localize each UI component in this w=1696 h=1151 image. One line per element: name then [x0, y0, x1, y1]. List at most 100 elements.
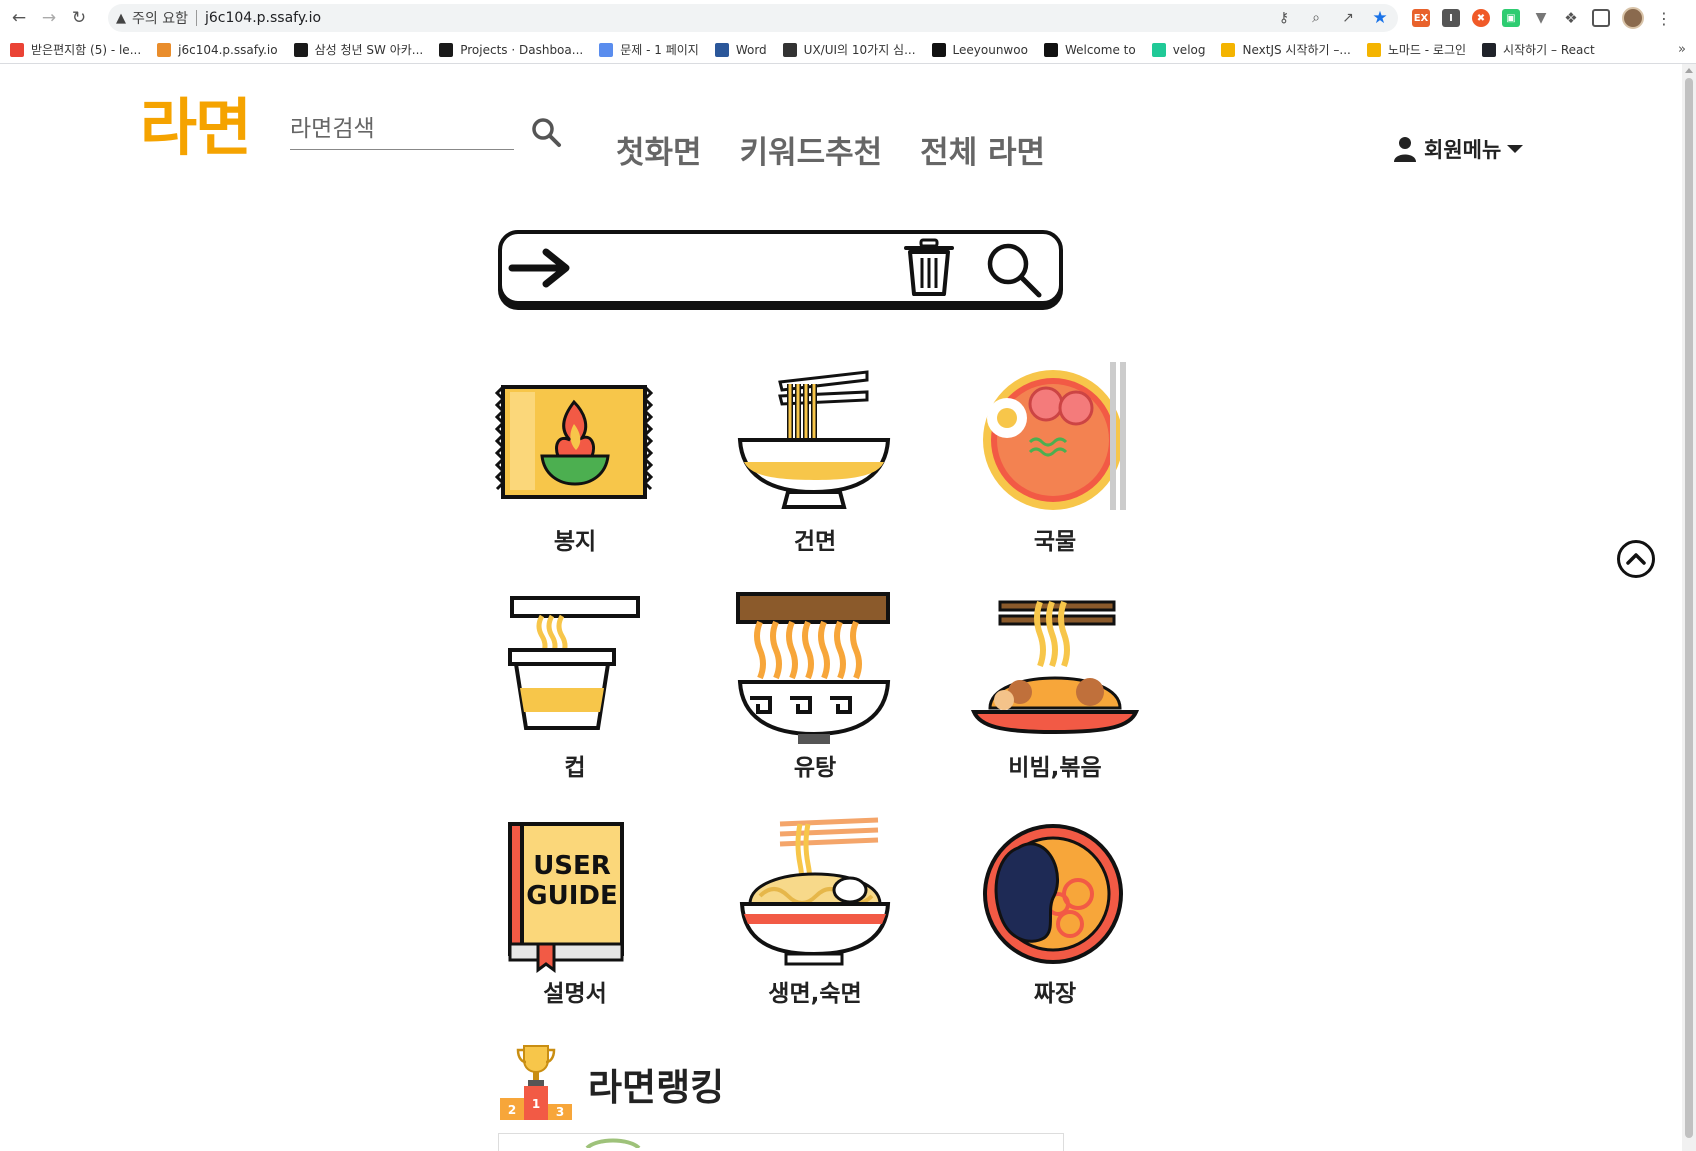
- extensions-puzzle-icon[interactable]: ❖: [1562, 9, 1580, 27]
- cup-noodle-icon: [508, 596, 640, 730]
- magnifier-icon[interactable]: [984, 240, 1044, 300]
- pen-icon: [782, 42, 797, 57]
- ssafy-icon: [293, 42, 308, 57]
- caret-down-icon: [1507, 145, 1524, 153]
- address-bar[interactable]: ▲ 주의 요함 j6c104.p.ssafy.io ⚷ ⌕ ↗ ★: [108, 4, 1398, 32]
- category-fried[interactable]: 유탕: [720, 588, 910, 798]
- bookmark-item[interactable]: j6c104.p.ssafy.io: [157, 42, 278, 57]
- trophy-podium-icon: 1 2 3: [500, 1045, 572, 1120]
- bookmark-star-icon[interactable]: ★: [1370, 8, 1390, 28]
- bookmark-label: Projects · Dashboa...: [460, 42, 584, 57]
- bookmark-label: Welcome to: [1064, 42, 1136, 57]
- bookmark-label: 노마드 - 로그인: [1387, 43, 1467, 57]
- extension-circle-icon[interactable]: ✖: [1472, 9, 1490, 27]
- side-panel-icon[interactable]: [1592, 9, 1610, 27]
- member-menu-dropdown[interactable]: 회원메뉴: [1394, 134, 1524, 164]
- keyword-search-bar: [498, 230, 1063, 305]
- page-scrollbar[interactable]: [1682, 64, 1696, 1151]
- browser-toolbar: ← → ↻ ▲ 주의 요함 j6c104.p.ssafy.io ⚷ ⌕ ↗ ★ …: [0, 0, 1696, 36]
- ssafy-icon: [439, 42, 454, 57]
- bookmark-item[interactable]: NextJS 시작하기 –...: [1221, 41, 1351, 58]
- noodle-bowl-icon: [737, 370, 891, 509]
- category-label: 비빔,볶음: [1008, 755, 1102, 781]
- ranking-item-image: [585, 1138, 641, 1148]
- forward-arrow-icon[interactable]: →: [34, 3, 64, 33]
- nav-keyword-recommend[interactable]: 키워드추천: [740, 127, 883, 172]
- bookmark-item[interactable]: Word: [714, 42, 767, 57]
- category-guide[interactable]: USER GUIDE 설명서: [480, 814, 670, 1024]
- bookmark-item[interactable]: UX/UI의 10가지 심...: [782, 41, 916, 58]
- category-soup[interactable]: 국물: [960, 362, 1150, 572]
- security-label: 주의 요함: [132, 11, 188, 27]
- category-fresh-noodle[interactable]: 생면,숙면: [720, 814, 910, 1024]
- category-label: 생면,숙면: [768, 981, 862, 1007]
- bookmark-label: 시작하기 – React: [1503, 43, 1595, 57]
- bookmarks-overflow-button[interactable]: »: [1678, 42, 1686, 57]
- svg-text:GUIDE: GUIDE: [526, 881, 617, 911]
- nav-all-ramen[interactable]: 전체 라면: [920, 127, 1045, 172]
- bookmark-label: 받은편지함 (5) - le...: [31, 43, 142, 57]
- category-label: 설명서: [543, 981, 607, 1007]
- bookmark-item[interactable]: 문제 - 1 페이지: [599, 41, 699, 58]
- site-logo[interactable]: 라면: [140, 97, 252, 159]
- bookmark-item[interactable]: 받은편지함 (5) - le...: [10, 41, 141, 58]
- category-bag[interactable]: 봉지: [480, 362, 670, 572]
- member-menu-label: 회원메뉴: [1424, 138, 1502, 162]
- extension-v-icon[interactable]: ▼: [1532, 9, 1550, 27]
- jjajang-bowl-icon: [983, 824, 1123, 964]
- user-guide-book-icon: USER GUIDE: [508, 822, 624, 973]
- back-arrow-icon[interactable]: ←: [4, 3, 34, 33]
- bookmark-item[interactable]: Welcome to: [1043, 42, 1136, 57]
- extension-green-icon[interactable]: ▣: [1502, 9, 1520, 27]
- nav-home[interactable]: 첫화면: [616, 127, 702, 172]
- warning-icon: ▲: [116, 10, 126, 26]
- scrollbar-thumb[interactable]: [1685, 78, 1693, 1138]
- github-icon: [931, 42, 946, 57]
- nomad-icon: [1221, 42, 1236, 57]
- notion-icon: [1043, 42, 1058, 57]
- category-label: 봉지: [553, 529, 597, 555]
- trash-icon[interactable]: [902, 238, 956, 298]
- user-icon: [1394, 137, 1416, 162]
- search-icon[interactable]: [530, 116, 562, 148]
- category-jjajang[interactable]: 짜장: [960, 814, 1150, 1024]
- category-label: 유탕: [793, 755, 837, 781]
- share-icon[interactable]: ↗: [1338, 8, 1358, 28]
- fresh-noodle-bowl-icon: [739, 817, 891, 966]
- bookmark-item[interactable]: velog: [1151, 42, 1205, 57]
- category-cup[interactable]: 컵: [480, 588, 670, 798]
- bookmark-item[interactable]: Leeyounwoo: [931, 42, 1028, 57]
- ramen-bag-icon: [494, 385, 654, 499]
- guide-logo-text: USER: [533, 851, 611, 881]
- category-dry-noodle[interactable]: 건면: [720, 362, 910, 572]
- bookmark-item[interactable]: 노마드 - 로그인: [1366, 41, 1467, 58]
- bookmarks-bar: 받은편지함 (5) - le... j6c104.p.ssafy.io 삼성 청년 …: [0, 36, 1696, 64]
- stirfry-plate-icon: [970, 600, 1140, 735]
- fried-noodle-icon: [736, 592, 891, 744]
- bookmark-label: NextJS 시작하기 –...: [1242, 43, 1351, 57]
- arrow-right-icon[interactable]: [508, 248, 572, 288]
- bookmark-item[interactable]: Projects · Dashboa...: [439, 42, 584, 57]
- scroll-to-top-button[interactable]: [1617, 540, 1655, 578]
- category-label: 국물: [1033, 529, 1077, 555]
- gmail-icon: [10, 42, 24, 57]
- extension-ex-icon[interactable]: EX: [1412, 9, 1430, 27]
- bookmark-item[interactable]: 시작하기 – React: [1482, 41, 1595, 58]
- chrome-menu-icon[interactable]: ⋮: [1656, 9, 1672, 28]
- key-icon[interactable]: ⚷: [1274, 8, 1294, 28]
- reload-icon[interactable]: ↻: [64, 3, 94, 33]
- profile-avatar[interactable]: [1622, 7, 1644, 29]
- ranking-card[interactable]: [498, 1133, 1064, 1151]
- category-bibim[interactable]: 비빔,볶음: [960, 588, 1150, 798]
- svg-text:2: 2: [508, 1103, 516, 1117]
- zoom-icon[interactable]: ⌕: [1306, 8, 1326, 28]
- word-icon: [714, 42, 729, 57]
- extension-i-icon[interactable]: I: [1442, 9, 1460, 27]
- bookmark-item[interactable]: 삼성 청년 SW 아카...: [293, 41, 423, 58]
- scroll-up-arrow-icon[interactable]: [1685, 68, 1693, 73]
- ramen-site-icon: [157, 42, 172, 57]
- svg-text:3: 3: [556, 1105, 564, 1119]
- search-input[interactable]: [290, 112, 514, 146]
- url-text[interactable]: j6c104.p.ssafy.io: [205, 10, 321, 26]
- main-nav: 첫화면 키워드추천 전체 라면: [616, 127, 1083, 172]
